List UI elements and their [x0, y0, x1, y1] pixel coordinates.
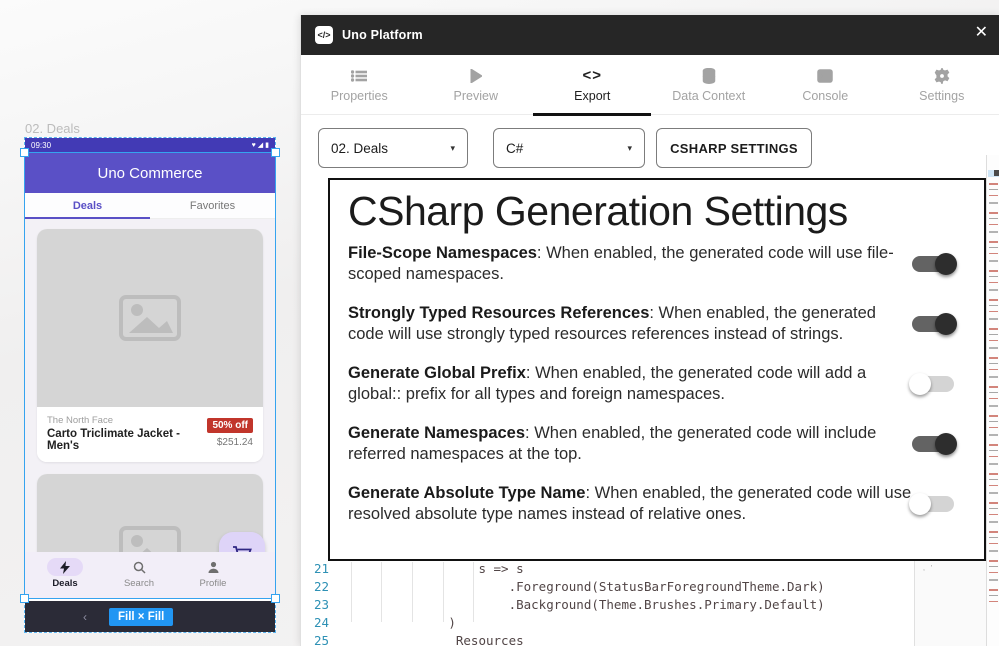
code-line: 25 Resources	[301, 632, 914, 646]
close-icon[interactable]: ✕	[975, 25, 988, 41]
database-icon	[702, 67, 716, 85]
code-line: 24 )	[301, 614, 914, 632]
chevron-down-icon: ▾	[450, 143, 455, 154]
play-icon	[470, 67, 482, 85]
product-price: $251.24	[207, 437, 253, 448]
terminal-icon	[817, 67, 833, 85]
dialog-title: CSharp Generation Settings	[348, 188, 966, 235]
editor-gutter: , '	[914, 560, 986, 646]
panel-title: Uno Platform	[342, 28, 423, 42]
toggle-file-scope-namespaces[interactable]	[912, 252, 954, 276]
profile-icon	[195, 558, 231, 576]
toggle-generate-namespaces[interactable]	[912, 432, 954, 456]
deals-list[interactable]: The North Face Carto Triclimate Jacket -…	[25, 219, 275, 552]
phone-status-bar: 09:30 ♥◢▮	[25, 138, 275, 153]
battery-icon: ▮	[265, 142, 269, 149]
tab-preview[interactable]: Preview	[418, 55, 535, 114]
setting-name: Generate Global Prefix	[348, 364, 526, 382]
wifi-icon: ♥	[252, 142, 256, 149]
app-bar: Uno Commerce	[25, 153, 275, 193]
app-tab-deals[interactable]: Deals	[25, 193, 150, 218]
gear-icon	[934, 67, 950, 85]
screen: 02. Deals 09:30 ♥◢▮ Uno Commerce Deals F…	[0, 0, 999, 646]
chevron-down-icon: ▾	[627, 143, 632, 154]
tab-settings[interactable]: Settings	[884, 55, 999, 114]
phone-preview[interactable]: 09:30 ♥◢▮ Uno Commerce Deals Favorites	[24, 137, 276, 633]
tab-data-context[interactable]: Data Context	[651, 55, 768, 114]
status-icons: ♥◢▮	[252, 142, 269, 149]
toggle-generate-global-prefix[interactable]	[912, 372, 954, 396]
setting-row: Generate Global Prefix: When enabled, th…	[348, 363, 966, 406]
list-icon	[351, 67, 367, 85]
panel-header: </> Uno Platform ✕	[301, 15, 999, 55]
search-icon	[121, 558, 157, 576]
nav-item-search[interactable]: Search	[113, 558, 165, 589]
setting-name: Generate Namespaces	[348, 424, 525, 442]
nav-item-deals[interactable]: Deals	[39, 558, 91, 589]
language-select[interactable]: C# ▾	[493, 128, 645, 168]
panel-tabs: Properties Preview <> Export Data Contex…	[301, 55, 999, 115]
tab-properties[interactable]: Properties	[301, 55, 418, 114]
app-tabs: Deals Favorites	[25, 193, 275, 219]
status-time: 09:30	[31, 141, 51, 150]
setting-row: Generate Namespaces: When enabled, the g…	[348, 423, 966, 466]
product-card[interactable]: The North Face Carto Triclimate Jacket -…	[37, 229, 263, 462]
code-brand-icon: </>	[315, 26, 333, 44]
toggle-generate-absolute-type-name[interactable]	[912, 492, 954, 516]
export-toolbar: 02. Deals ▾ C# ▾ CSHARP SETTINGS	[301, 123, 999, 175]
discount-badge: 50% off	[207, 418, 253, 433]
setting-name: Strongly Typed Resources References	[348, 304, 649, 322]
setting-name: Generate Absolute Type Name	[348, 484, 586, 502]
tab-export[interactable]: <> Export	[534, 55, 651, 114]
signal-icon: ◢	[258, 142, 263, 149]
artboard-label: 02. Deals	[25, 121, 80, 136]
uno-platform-panel: </> Uno Platform ✕ Properties Preview <>…	[300, 15, 999, 646]
product-brand: The North Face	[47, 415, 207, 426]
code-icon: <>	[582, 67, 602, 85]
back-chevron-icon[interactable]: ‹	[83, 610, 87, 624]
product-image-placeholder	[37, 229, 263, 407]
bolt-icon	[47, 558, 83, 576]
bottom-nav: Deals Search Profile	[25, 552, 275, 598]
code-line: 21 s => s	[301, 560, 914, 578]
size-chip[interactable]: Fill × Fill	[109, 608, 173, 626]
tab-console[interactable]: Console	[767, 55, 884, 114]
setting-row: Generate Absolute Type Name: When enable…	[348, 483, 966, 526]
code-minimap[interactable]	[986, 155, 999, 646]
code-line: 22 .Foreground(StatusBarForegroundTheme.…	[301, 578, 914, 596]
nav-item-profile[interactable]: Profile	[187, 558, 239, 589]
minimap-code	[989, 183, 998, 603]
minimap-corner	[994, 170, 999, 176]
image-placeholder-icon	[119, 526, 181, 552]
gutter-marks: , '	[923, 565, 934, 572]
code-editor[interactable]: 21 s => s 22 .Foreground(StatusBarForegr…	[301, 560, 914, 646]
screen-select[interactable]: 02. Deals ▾	[318, 128, 468, 168]
code-line: 23 .Background(Theme.Brushes.Primary.Def…	[301, 596, 914, 614]
csharp-settings-button[interactable]: CSHARP SETTINGS	[656, 128, 812, 168]
app-tab-favorites[interactable]: Favorites	[150, 193, 275, 218]
app-title: Uno Commerce	[97, 165, 202, 182]
toggle-strongly-typed-resources[interactable]	[912, 312, 954, 336]
csharp-settings-dialog: CSharp Generation Settings File-Scope Na…	[328, 178, 986, 561]
setting-name: File-Scope Namespaces	[348, 244, 537, 262]
preview-toolbar: ‹ Fill × Fill	[25, 601, 275, 632]
product-info: The North Face Carto Triclimate Jacket -…	[37, 407, 263, 462]
setting-row: Strongly Typed Resources References: Whe…	[348, 303, 966, 346]
setting-row: File-Scope Namespaces: When enabled, the…	[348, 243, 966, 286]
product-title: Carto Triclimate Jacket - Men's	[47, 428, 207, 452]
image-placeholder-icon	[119, 295, 181, 341]
